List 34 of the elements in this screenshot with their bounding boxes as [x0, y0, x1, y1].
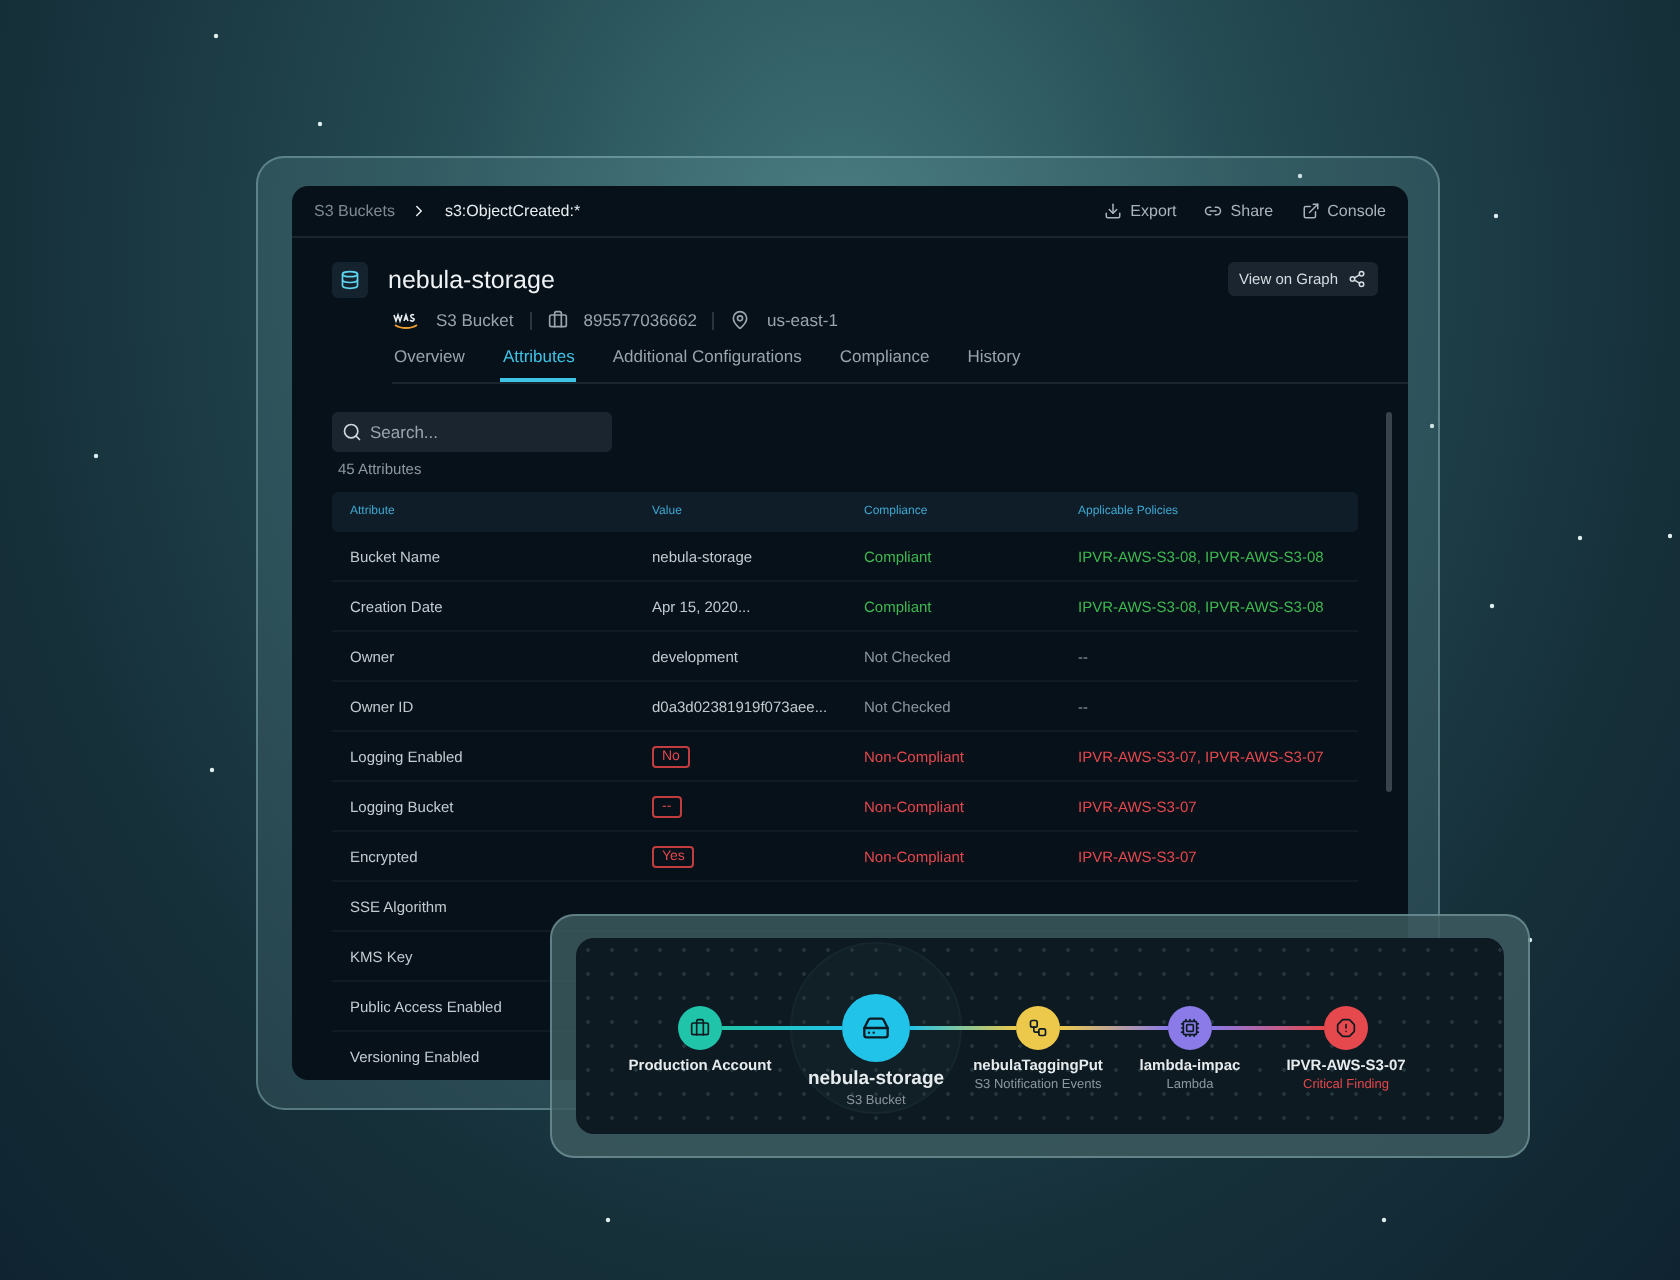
- connector-line: [722, 1026, 842, 1030]
- map-pin-icon: [730, 310, 751, 330]
- breadcrumb-link[interactable]: S3 Buckets: [314, 202, 395, 220]
- database-icon: [332, 262, 368, 298]
- node-label: nebula-storage: [807, 1068, 945, 1090]
- scrollbar[interactable]: [1386, 412, 1392, 792]
- export-button[interactable]: Export: [1104, 202, 1177, 220]
- briefcase-icon: [547, 310, 568, 330]
- search-icon: [342, 422, 362, 442]
- tab[interactable]: History: [965, 346, 1023, 382]
- console-button[interactable]: Console: [1301, 202, 1386, 220]
- account-id: 895577036662: [583, 310, 697, 330]
- search-field[interactable]: Search...: [332, 412, 612, 452]
- connector-line: [910, 1026, 1016, 1030]
- tab[interactable]: Compliance: [837, 346, 932, 382]
- resource-type: S3 Bucket: [436, 310, 514, 330]
- connector-line: [1212, 1026, 1324, 1030]
- link-icon: [1204, 202, 1223, 220]
- share-button[interactable]: Share: [1204, 202, 1274, 220]
- drive-node-icon[interactable]: [842, 994, 910, 1062]
- alert-node-icon[interactable]: [1324, 1006, 1368, 1050]
- breadcrumb-link[interactable]: s3:ObjectCreated:*: [444, 202, 581, 220]
- download-icon: [1104, 202, 1123, 220]
- connector-line: [1060, 1026, 1168, 1030]
- workflow-node-icon[interactable]: [1016, 1006, 1060, 1050]
- graph-nodes-icon: [1348, 270, 1366, 288]
- tab[interactable]: Attributes: [500, 346, 577, 382]
- briefcase-node-icon[interactable]: [678, 1006, 722, 1050]
- tab[interactable]: Additional Configurations: [610, 346, 804, 382]
- tab[interactable]: Overview: [392, 346, 467, 382]
- resource-title: nebula-storage: [388, 266, 555, 294]
- region-text: us-east-1: [766, 310, 838, 330]
- chip-node-icon[interactable]: [1168, 1006, 1212, 1050]
- external-link-icon: [1301, 202, 1320, 220]
